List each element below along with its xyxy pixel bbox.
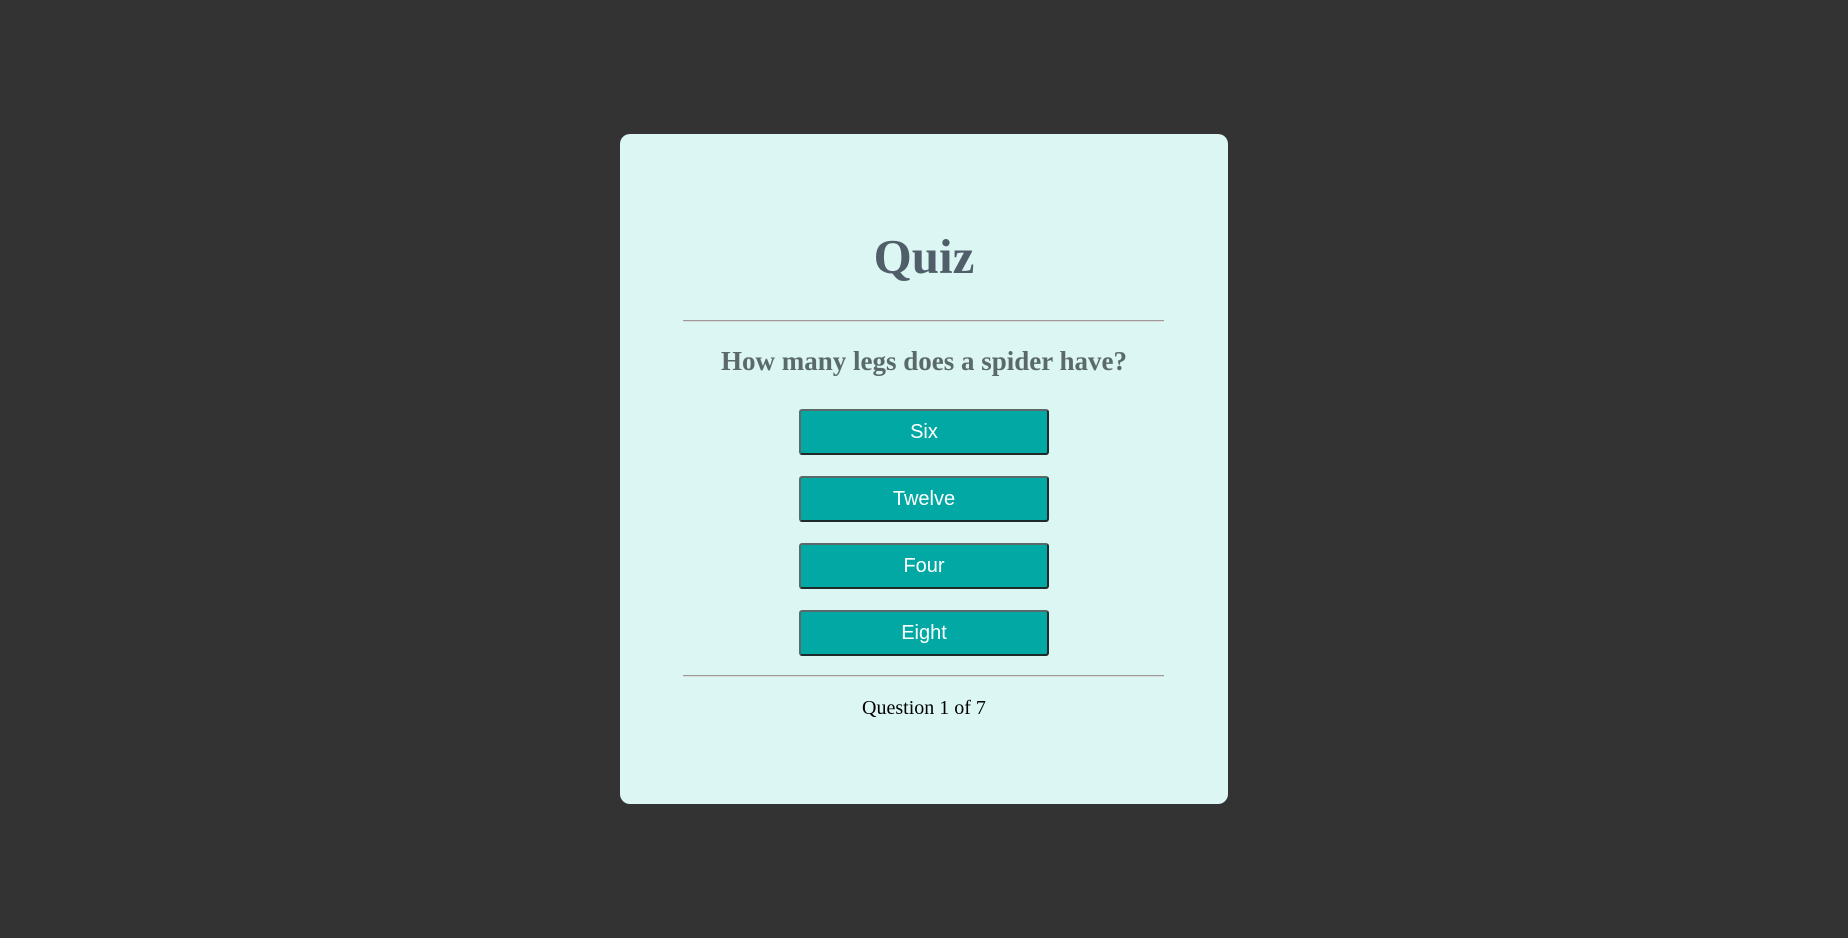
- quiz-title: Quiz: [873, 229, 975, 284]
- answer-button-twelve[interactable]: Twelve: [799, 476, 1049, 522]
- answer-button-eight[interactable]: Eight: [799, 610, 1049, 656]
- question-progress: Question 1 of 7: [862, 697, 986, 719]
- quiz-card: Quiz How many legs does a spider have? S…: [620, 134, 1228, 804]
- question-text: How many legs does a spider have?: [720, 346, 1128, 376]
- page: Quiz How many legs does a spider have? S…: [0, 0, 1848, 938]
- answer-button-four[interactable]: Four: [799, 543, 1049, 589]
- answer-button-six[interactable]: Six: [799, 409, 1049, 455]
- answer-list: Six Twelve Four Eight: [799, 409, 1049, 677]
- top-divider: [683, 320, 1164, 322]
- bottom-divider: [683, 675, 1164, 677]
